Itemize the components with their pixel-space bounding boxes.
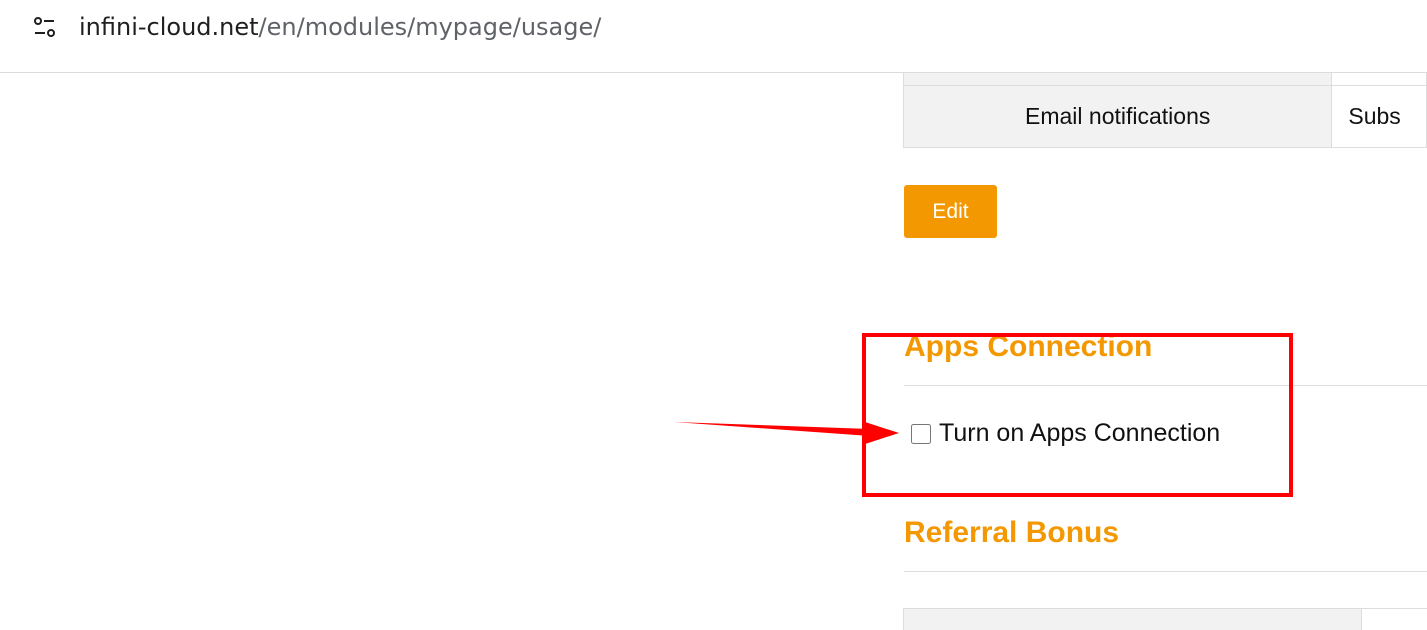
referral-bonus-title: Referral Bonus	[904, 516, 1120, 549]
url-domain: infini-cloud.net	[79, 13, 259, 41]
site-info-icon[interactable]	[33, 16, 57, 40]
table-cell	[904, 609, 1362, 630]
table-row-email-notifications: Email notifications Subs	[902, 85, 1427, 148]
annotation-highlight-box	[862, 333, 1293, 497]
referral-table	[903, 608, 1427, 630]
settings-table: Email notifications Subs	[902, 73, 1427, 148]
address-bar: infini-cloud.net/en/modules/mypage/usage…	[0, 0, 1427, 73]
edit-button[interactable]: Edit	[904, 185, 997, 238]
url-field[interactable]: infini-cloud.net/en/modules/mypage/usage…	[79, 12, 601, 42]
email-notifications-value: Subs	[1331, 85, 1427, 148]
url-path: /en/modules/mypage/usage/	[258, 13, 602, 41]
divider	[904, 571, 1427, 572]
table-row	[902, 73, 1427, 86]
annotation-arrow-icon	[674, 421, 899, 445]
email-notifications-label: Email notifications	[902, 85, 1333, 148]
